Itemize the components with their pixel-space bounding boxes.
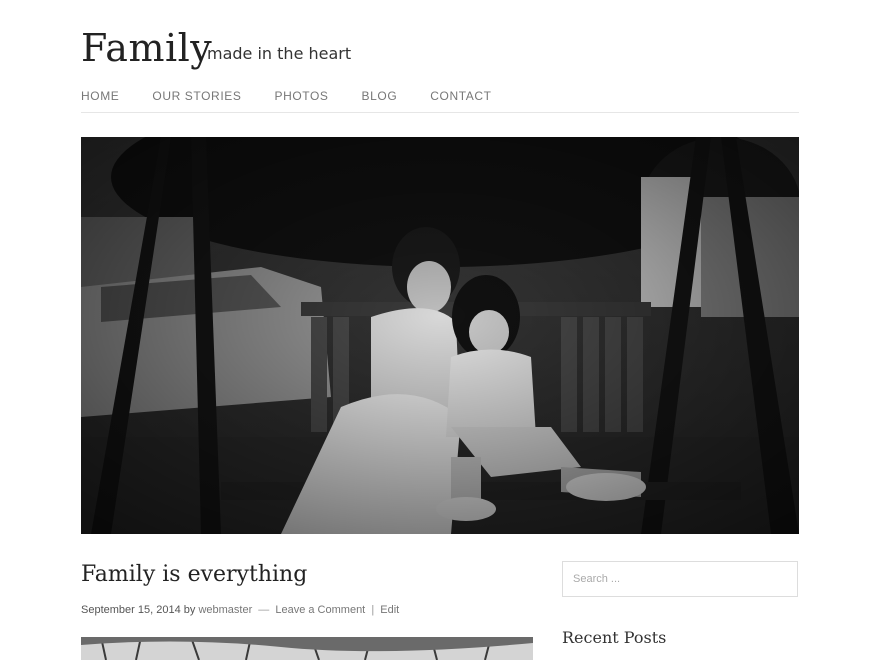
post-meta: September 15, 2014 by webmaster — Leave … bbox=[81, 604, 399, 616]
recent-posts-title: Recent Posts bbox=[562, 628, 667, 647]
meta-dash: — bbox=[258, 604, 270, 616]
main-navigation: HOME OUR STORIES PHOTOS BLOG CONTACT bbox=[81, 88, 799, 113]
meta-pipe: | bbox=[371, 604, 375, 616]
search-input[interactable] bbox=[562, 561, 798, 597]
post-author-link[interactable]: webmaster bbox=[198, 604, 252, 616]
hero-photo-illustration bbox=[81, 137, 799, 534]
post-by-label: by bbox=[183, 604, 196, 616]
post-title[interactable]: Family is everything bbox=[81, 562, 307, 587]
site-tagline: made in the heart bbox=[207, 44, 352, 63]
edit-link[interactable]: Edit bbox=[380, 604, 399, 616]
leave-comment-link[interactable]: Leave a Comment bbox=[275, 604, 365, 616]
nav-item-contact[interactable]: CONTACT bbox=[430, 88, 491, 104]
nav-item-blog[interactable]: BLOG bbox=[362, 88, 398, 104]
nav-item-our-stories[interactable]: OUR STORIES bbox=[152, 88, 241, 104]
post-date[interactable]: September 15, 2014 bbox=[81, 604, 181, 616]
hero-image bbox=[81, 137, 799, 534]
nav-item-home[interactable]: HOME bbox=[81, 88, 119, 104]
post-thumbnail-illustration bbox=[81, 637, 533, 660]
nav-item-photos[interactable]: PHOTOS bbox=[274, 88, 328, 104]
post-thumbnail bbox=[81, 637, 533, 660]
site-title[interactable]: Family bbox=[81, 24, 212, 72]
